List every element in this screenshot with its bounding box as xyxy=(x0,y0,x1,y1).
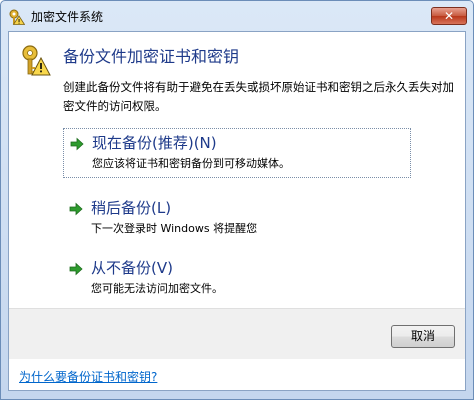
backup-now-subtitle: 您应该将证书和密钥备份到可移动媒体。 xyxy=(92,157,290,170)
help-link[interactable]: 为什么要备份证书和密钥? xyxy=(19,368,157,385)
green-arrow-icon xyxy=(69,202,83,216)
never-backup-title: 从不备份(V) xyxy=(91,259,173,277)
window-title: 加密文件系统 xyxy=(31,10,104,24)
close-icon: ✕ xyxy=(443,9,455,23)
dialog-content: 备份文件加密证书和密钥 创建此备份文件将有助于避免在丢失或损坏原始证书和密钥之后… xyxy=(8,31,466,391)
close-button[interactable]: ✕ xyxy=(431,7,467,25)
backup-later-title: 稍后备份(L) xyxy=(91,199,172,217)
button-bar: 取消 xyxy=(9,308,465,359)
backup-later-subtitle: 下一次登录时 Windows 将提醒您 xyxy=(91,222,258,235)
green-arrow-icon xyxy=(69,262,83,276)
never-backup-option[interactable]: 从不备份(V) 您可能无法访问加密文件。 xyxy=(63,254,411,304)
backup-later-option[interactable]: 稍后备份(L) 下一次登录时 Windows 将提醒您 xyxy=(63,194,411,244)
certificate-key-warning-icon xyxy=(22,45,51,76)
cancel-button[interactable]: 取消 xyxy=(391,325,455,348)
backup-now-option[interactable]: 现在备份(推荐)(N) 您应该将证书和密钥备份到可移动媒体。 xyxy=(63,128,411,178)
key-warning-icon xyxy=(9,9,25,25)
green-arrow-icon xyxy=(70,137,84,151)
never-backup-subtitle: 您可能无法访问加密文件。 xyxy=(91,282,223,295)
backup-now-title: 现在备份(推荐)(N) xyxy=(92,134,217,152)
efs-dialog-window: 加密文件系统 ✕ 备份文件加密证书和密钥 创建此备份文件将有助于避免在丢失或损坏… xyxy=(0,0,474,400)
dialog-description: 创建此备份文件将有助于避免在丢失或损坏原始证书和密钥之后永久丢失对加密文件的访问… xyxy=(63,80,454,113)
title-bar[interactable]: 加密文件系统 ✕ xyxy=(1,1,473,31)
dialog-heading: 备份文件加密证书和密钥 xyxy=(63,47,240,66)
